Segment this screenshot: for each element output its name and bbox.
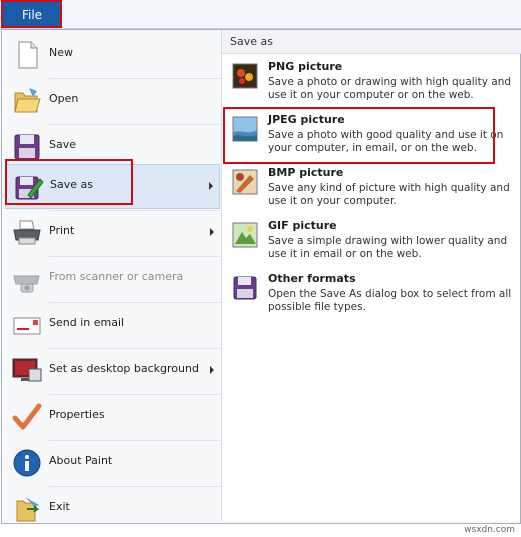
menu-item-save[interactable]: Save <box>5 125 220 169</box>
ribbon-bar: File <box>0 0 521 29</box>
menu-item-properties[interactable]: Properties <box>5 395 220 439</box>
option-title: JPEG picture <box>268 113 345 126</box>
menu-item-label: About Paint <box>49 454 113 467</box>
save-as-icon <box>15 176 44 200</box>
option-png[interactable]: PNG picture Save a photo or drawing with… <box>222 60 521 104</box>
save-as-dialog-icon <box>233 276 257 300</box>
submenu-arrow-icon <box>209 182 213 190</box>
exit-icon <box>16 497 40 522</box>
option-description: Save a photo with good quality and use i… <box>268 129 504 154</box>
new-document-icon <box>18 41 38 69</box>
menu-item-label: Set as desktop background <box>49 362 199 375</box>
bmp-picture-icon <box>232 169 258 195</box>
menu-item-scanner[interactable]: From scanner or camera <box>5 257 220 301</box>
submenu-arrow-icon <box>210 366 214 374</box>
menu-item-label: New <box>49 46 73 59</box>
menu-item-desktop-background[interactable]: Set as desktop background <box>5 349 220 393</box>
menu-item-label: Save as <box>50 178 93 191</box>
checkmark-icon <box>12 403 42 430</box>
menu-item-send-email[interactable]: Send in email <box>5 303 220 347</box>
option-other-formats[interactable]: Other formats Open the Save As dialog bo… <box>222 272 521 316</box>
menu-item-save-as[interactable]: Save as <box>5 164 220 209</box>
option-description: Open the Save As dialog box to select fr… <box>268 288 512 313</box>
menu-item-label: Print <box>49 224 75 237</box>
floppy-disk-icon <box>14 134 40 160</box>
email-icon <box>13 317 41 335</box>
panel-title: Save as <box>230 35 273 48</box>
save-as-panel: Save as PNG picture Save a photo or draw… <box>221 30 521 521</box>
option-title: GIF picture <box>268 219 337 232</box>
printer-icon <box>13 220 41 245</box>
scanner-icon <box>13 275 40 293</box>
menu-item-about[interactable]: About Paint <box>5 441 220 485</box>
menu-item-new[interactable]: New <box>5 33 220 77</box>
folder-open-icon <box>14 88 41 113</box>
menu-item-print[interactable]: Print <box>5 211 220 255</box>
submenu-arrow-icon <box>210 228 214 236</box>
watermark: wsxdn.com <box>464 525 515 535</box>
gif-picture-icon <box>232 222 258 248</box>
option-jpeg[interactable]: JPEG picture Save a photo with good qual… <box>222 113 521 157</box>
png-picture-icon <box>232 63 258 89</box>
menu-item-label: Open <box>49 92 79 105</box>
option-description: Save a photo or drawing with high qualit… <box>268 76 512 101</box>
option-title: BMP picture <box>268 166 344 179</box>
menu-item-label: Save <box>49 138 77 151</box>
menu-item-label: From scanner or camera <box>49 270 184 283</box>
option-title: PNG picture <box>268 60 343 73</box>
menu-item-label: Exit <box>49 500 70 513</box>
menu-item-label: Properties <box>49 408 105 421</box>
menu-item-label: Send in email <box>49 316 125 329</box>
option-gif[interactable]: GIF picture Save a simple drawing with l… <box>222 219 521 263</box>
info-icon <box>13 449 41 477</box>
menu-item-exit[interactable]: Exit <box>5 487 220 531</box>
panel-header: Save as <box>222 30 521 54</box>
option-description: Save a simple drawing with lower quality… <box>268 235 508 260</box>
file-menu: New Open Save Save as Print From scanner… <box>1 29 521 524</box>
file-menu-commands: New Open Save Save as Print From scanner… <box>5 33 220 522</box>
option-description: Save any kind of picture with high quali… <box>268 182 510 207</box>
menu-item-open[interactable]: Open <box>5 79 220 123</box>
option-bmp[interactable]: BMP picture Save any kind of picture wit… <box>222 166 521 210</box>
jpeg-picture-icon <box>232 116 258 142</box>
desktop-icon <box>12 358 42 382</box>
file-tab[interactable]: File <box>3 2 61 27</box>
option-title: Other formats <box>268 272 356 285</box>
